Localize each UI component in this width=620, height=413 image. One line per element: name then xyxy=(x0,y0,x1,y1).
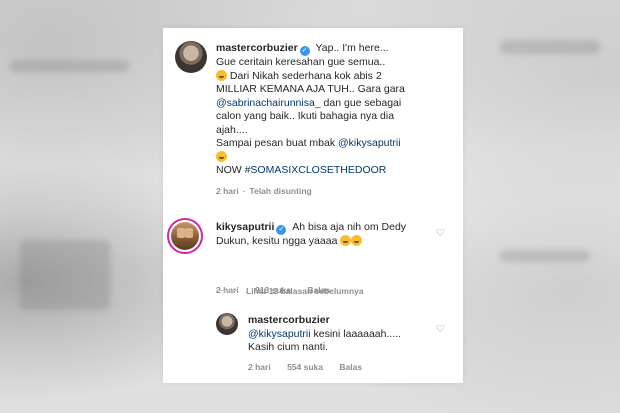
reply-body: mastercorbuzier @kikysaputrii kesini laa… xyxy=(248,314,428,355)
reply-item: mastercorbuzier @kikysaputrii kesini laa… xyxy=(163,310,463,383)
avatar[interactable] xyxy=(175,41,207,73)
comment-time: 2 hari xyxy=(216,186,239,196)
heart-icon[interactable]: ♡ xyxy=(435,229,445,239)
hashtag-link[interactable]: #SOMASIXCLOSETHEDOOR xyxy=(245,164,387,176)
reply-time: 2 hari xyxy=(248,362,271,372)
reply-button[interactable]: Balas xyxy=(339,362,362,372)
comment-body: mastercorbuzier ✓ Yap.. I'm here... Gue c… xyxy=(216,42,456,178)
blurred-text-ghost xyxy=(500,250,590,262)
verified-badge-icon: ✓ xyxy=(299,46,310,56)
verified-badge-icon: ✓ xyxy=(276,225,287,235)
avatar[interactable] xyxy=(216,313,238,335)
blurred-avatar-ghost xyxy=(20,240,110,310)
mention-link[interactable]: @sabrinachairunnisa_ xyxy=(216,97,321,109)
heart-icon[interactable]: ♡ xyxy=(435,325,445,335)
comment-meta: 2 hari · Telah disunting xyxy=(216,186,312,196)
blurred-text-ghost xyxy=(500,40,600,54)
comment-line: calon yang baik.. Ikuti bahagia nya dia xyxy=(216,110,395,122)
like-count[interactable]: 554 suka xyxy=(287,362,323,372)
username[interactable]: mastercorbuzier xyxy=(216,42,298,54)
view-replies-label: Lihat 12 balasan sebelumnya xyxy=(246,286,364,296)
comment-body: kikysaputrii ✓ Ah bisa aja nih om Dedy Du… xyxy=(216,221,426,249)
emoji-icon xyxy=(216,150,227,162)
reply-meta: 2 hari 554 suka Balas xyxy=(248,362,376,372)
comment-line: dan gue sebagai xyxy=(320,96,402,109)
comments-panel: mastercorbuzier ✓ Yap.. I'm here... Gue c… xyxy=(163,28,463,383)
avatar[interactable] xyxy=(167,218,203,254)
comment-line: ajah.... xyxy=(216,123,248,136)
comment-line: Sampai pesan buat mbak xyxy=(216,137,338,149)
comment-line: Dukun, kesitu ngga yaaaa xyxy=(216,235,338,247)
edited-status: Telah disunting xyxy=(249,186,312,196)
comment-line: Yap.. I'm here... xyxy=(315,42,389,54)
comment-line: Dari Nikah sederhana kok abis 2 xyxy=(227,69,382,82)
mention-link[interactable]: @kikysaputrii xyxy=(248,328,311,340)
comment-line: NOW xyxy=(216,164,245,176)
comment-line: Gue ceritain keresahan gue semua.. xyxy=(216,56,386,68)
emoji-icon xyxy=(216,69,227,81)
reply-line: Kasih cium nanti. xyxy=(248,341,328,353)
comment-item: mastercorbuzier ✓ Yap.. I'm here... Gue c… xyxy=(163,28,463,208)
comment-line: Ah bisa aja nih om Dedy xyxy=(292,221,407,233)
username[interactable]: mastercorbuzier xyxy=(248,314,428,328)
emoji-icon xyxy=(351,235,363,246)
comment-line: MILLIAR KEMANA AJA TUH.. Gara gara xyxy=(216,83,405,95)
view-replies-button[interactable]: Lihat 12 balasan sebelumnya xyxy=(216,286,364,296)
emoji-icon xyxy=(340,235,352,246)
mention-link[interactable]: @kikysaputrii xyxy=(338,137,401,149)
divider-line xyxy=(216,290,238,291)
reply-line: kesini laaaaaah..... xyxy=(310,327,402,340)
blurred-text-ghost xyxy=(10,60,130,72)
username[interactable]: kikysaputrii xyxy=(216,221,274,233)
comment-item: kikysaputrii ✓ Ah bisa aja nih om Dedy Du… xyxy=(163,208,463,295)
